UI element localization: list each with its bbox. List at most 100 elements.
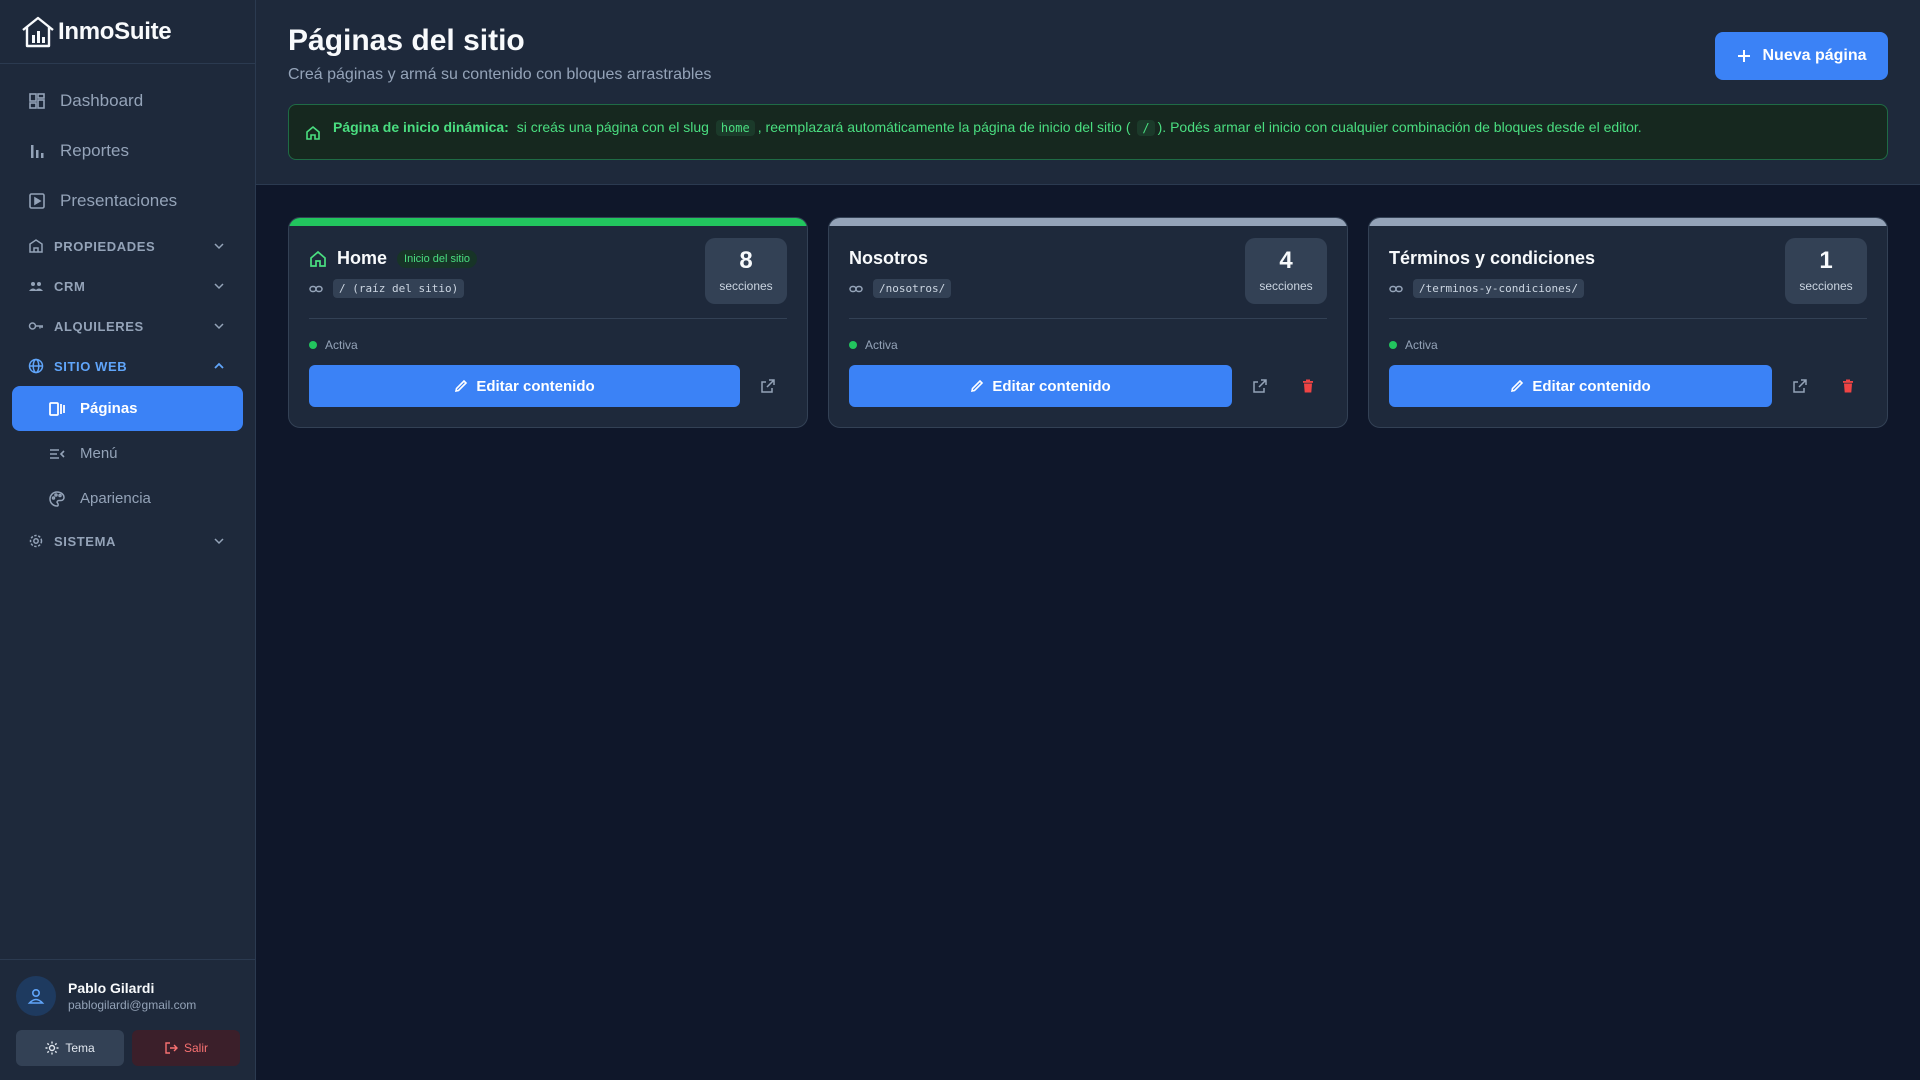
sections-count-number: 4	[1279, 247, 1293, 274]
theme-button[interactable]: Tema	[16, 1030, 124, 1066]
section-label: CRM	[54, 278, 86, 294]
chevron-up-icon	[214, 362, 224, 369]
sun-icon	[45, 1041, 59, 1055]
section-label: PROPIEDADES	[54, 238, 156, 254]
edit-content-button[interactable]: Editar contenido	[849, 365, 1232, 407]
banner-text-1: si creás una página con el slug	[516, 119, 709, 135]
card-divider	[309, 318, 787, 319]
link-icon	[1389, 285, 1403, 292]
edit-content-label: Editar contenido	[476, 377, 595, 395]
status-label: Activa	[325, 338, 358, 352]
sidebar-item-menu[interactable]: Menú	[12, 431, 243, 476]
dashboard-icon	[29, 93, 45, 109]
card-divider	[1389, 318, 1867, 319]
play-icon	[29, 193, 45, 209]
link-icon	[309, 285, 323, 292]
users-icon	[29, 282, 43, 291]
edit-content-button[interactable]: Editar contenido	[309, 365, 740, 407]
sections-count-label: secciones	[1259, 279, 1313, 293]
pencil-icon	[1511, 379, 1524, 393]
trash-icon	[1843, 379, 1853, 393]
sidebar-item-label: Páginas	[80, 400, 138, 417]
app-logo[interactable]: InmoSuite	[0, 0, 255, 64]
user-name: Pablo Gilardi	[68, 980, 155, 996]
delete-page-button[interactable]	[1832, 370, 1864, 402]
external-link-icon	[761, 379, 775, 393]
edit-content-button[interactable]: Editar contenido	[1389, 365, 1772, 407]
home-icon	[306, 125, 320, 140]
open-external-button[interactable]	[752, 370, 784, 402]
card-title: Términos y condiciones	[1389, 248, 1596, 268]
page-card-terminos: Términos y condiciones /terminos-y-condi…	[1368, 217, 1888, 428]
section-sistema[interactable]: SISTEMA	[0, 521, 255, 561]
status-dot	[309, 341, 317, 349]
sidebar-item-paginas[interactable]: Páginas	[12, 386, 243, 431]
sections-count: 1 secciones	[1785, 238, 1867, 304]
home-badge: Inicio del sitio	[397, 249, 478, 268]
open-external-button[interactable]	[1244, 370, 1276, 402]
card-slug: /nosotros/	[873, 279, 952, 298]
sidebar-item-label: Dashboard	[60, 91, 144, 110]
open-external-button[interactable]	[1784, 370, 1816, 402]
sidebar-item-presentaciones[interactable]: Presentaciones	[0, 176, 255, 226]
section-label: ALQUILERES	[54, 318, 144, 334]
user-email: pablogilardi@gmail.com	[68, 998, 197, 1012]
page-card-nosotros: Nosotros /nosotros/ 4 secciones Activa E…	[828, 217, 1348, 428]
avatar[interactable]	[16, 976, 56, 1016]
sidebar-item-reportes[interactable]: Reportes	[0, 126, 255, 176]
main-nav: Dashboard Reportes Presentaciones PROPIE…	[0, 64, 255, 561]
external-link-icon	[1793, 379, 1807, 393]
trash-icon	[1303, 379, 1313, 393]
sections-count-label: secciones	[1799, 279, 1853, 293]
card-slug: /terminos-y-condiciones/	[1413, 279, 1584, 298]
card-actions: Editar contenido	[309, 365, 787, 407]
user-icon	[27, 988, 45, 1004]
new-page-label: Nueva página	[1762, 47, 1867, 64]
banner-slug: home	[715, 120, 755, 136]
new-page-button[interactable]: Nueva página	[1715, 32, 1888, 80]
building-icon	[29, 239, 43, 253]
logout-button[interactable]: Salir	[132, 1030, 240, 1066]
sidebar: InmoSuite Dashboard Reportes Presentacio…	[0, 0, 256, 1080]
banner-text-2: , reemplazará automáticamente la página …	[757, 119, 1131, 135]
status-indicator: Activa	[1389, 338, 1438, 352]
pencil-icon	[455, 379, 468, 393]
status-dot	[849, 341, 857, 349]
sidebar-item-dashboard[interactable]: Dashboard	[0, 76, 255, 126]
banner-root: /	[1137, 120, 1155, 136]
home-info-banner: Página de inicio dinámica: si creás una …	[288, 104, 1888, 160]
pencil-icon	[971, 379, 984, 393]
sections-count: 8 secciones	[705, 238, 787, 304]
banner-text: Página de inicio dinámica: si creás una …	[333, 119, 1642, 136]
section-sitio-web[interactable]: SITIO WEB	[0, 346, 255, 386]
plus-icon	[1738, 50, 1751, 62]
card-actions: Editar contenido	[849, 365, 1327, 407]
user-actions: Tema Salir	[16, 1030, 240, 1066]
edit-content-label: Editar contenido	[1532, 377, 1651, 395]
sections-count: 4 secciones	[1245, 238, 1327, 304]
sidebar-item-label: Menú	[80, 445, 118, 462]
section-crm[interactable]: CRM	[0, 266, 255, 306]
card-actions: Editar contenido	[1389, 365, 1867, 407]
pages-grid: Home Inicio del sitio / (raíz del sitio)…	[288, 217, 1888, 428]
sections-count-number: 8	[739, 247, 753, 274]
link-icon	[849, 285, 863, 292]
external-link-icon	[1253, 379, 1267, 393]
sections-count-number: 1	[1819, 247, 1833, 274]
user-panel: Pablo Gilardi pablogilardi@gmail.com Tem…	[0, 959, 256, 1080]
page-card-home: Home Inicio del sitio / (raíz del sitio)…	[288, 217, 808, 428]
chevron-down-icon	[214, 538, 224, 545]
delete-page-button[interactable]	[1292, 370, 1324, 402]
sidebar-item-label: Reportes	[60, 141, 129, 160]
home-icon	[310, 250, 326, 267]
key-icon	[28, 322, 43, 330]
sidebar-item-apariencia[interactable]: Apariencia	[12, 476, 243, 521]
status-indicator: Activa	[849, 338, 898, 352]
banner-bold: Página de inicio dinámica:	[333, 119, 509, 135]
section-label: SISTEMA	[54, 533, 116, 549]
card-divider	[849, 318, 1327, 319]
section-propiedades[interactable]: PROPIEDADES	[0, 226, 255, 266]
section-alquileres[interactable]: ALQUILERES	[0, 306, 255, 346]
user-row: Pablo Gilardi pablogilardi@gmail.com	[16, 976, 240, 1016]
main-content: Páginas del sitio Creá páginas y armá su…	[256, 0, 1920, 1080]
